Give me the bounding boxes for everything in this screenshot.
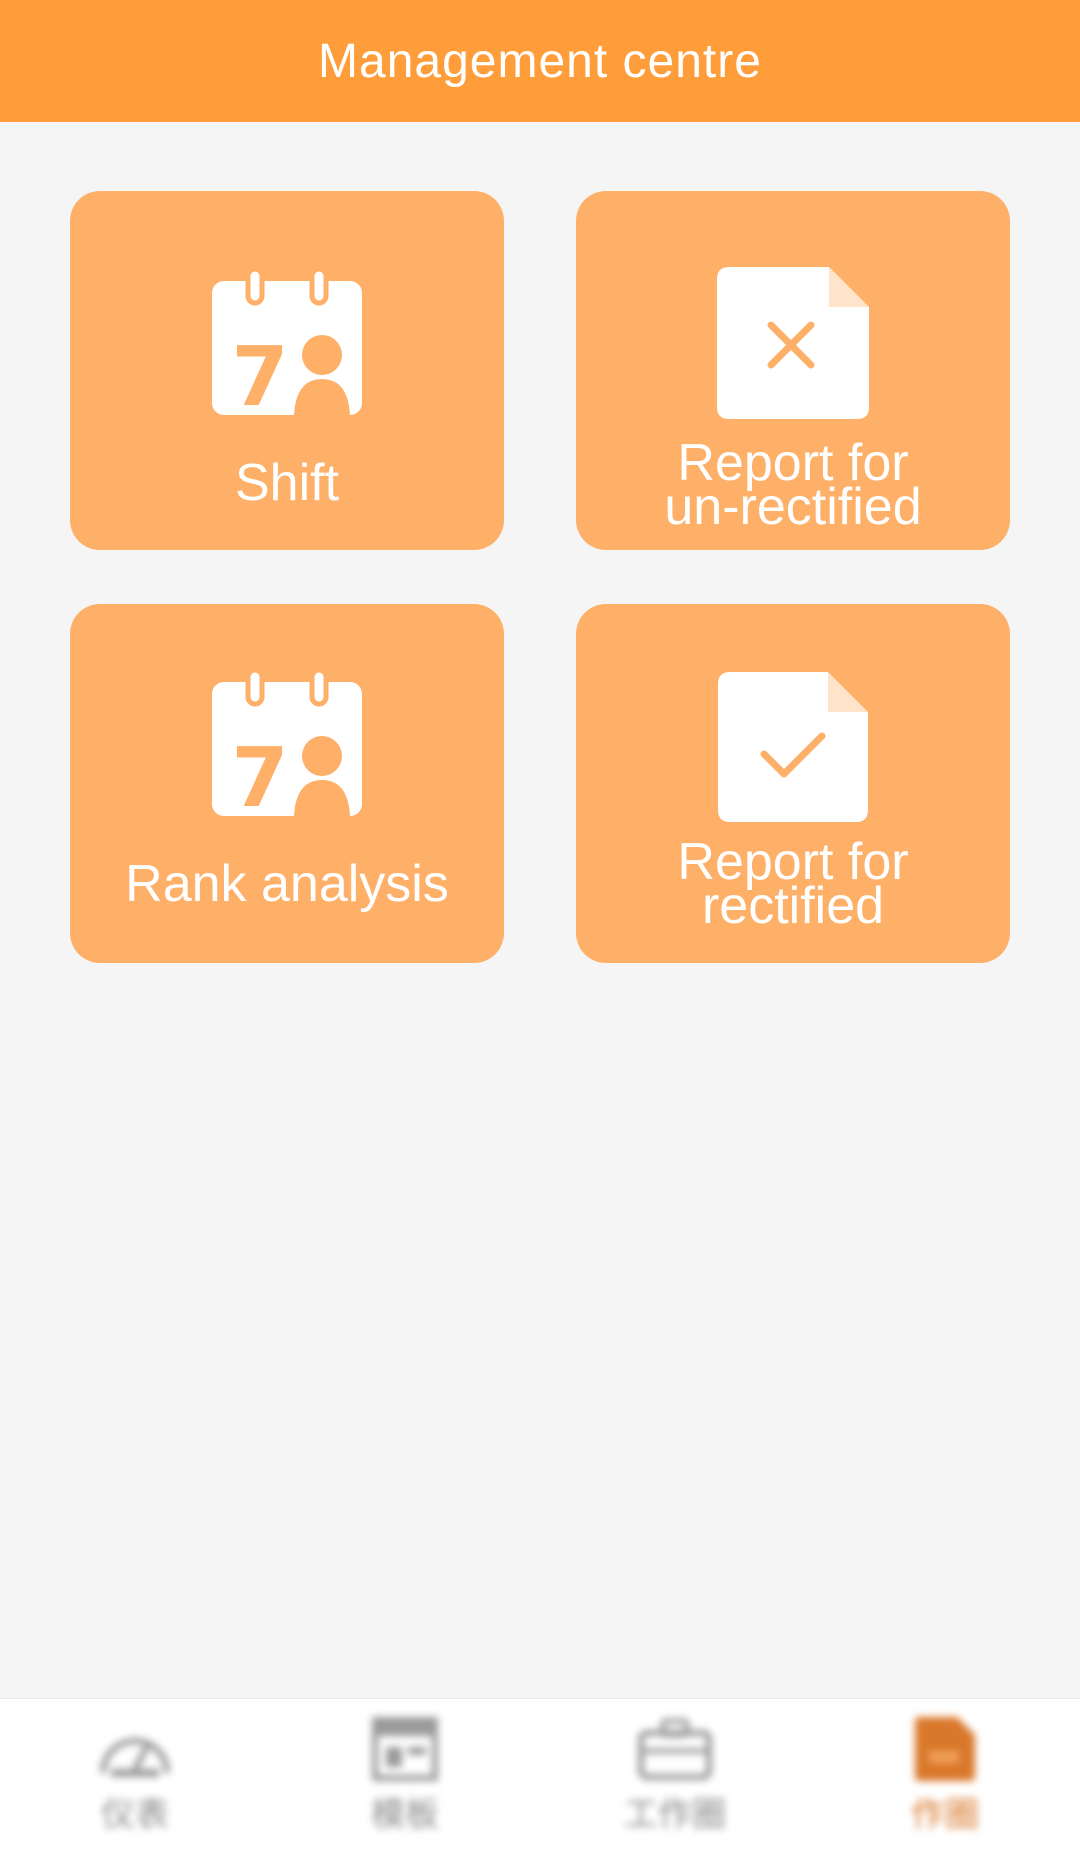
- tab-label: 模板: [371, 1795, 439, 1835]
- report-unrectified-tile[interactable]: Report for un-rectified: [576, 191, 1010, 550]
- page-title: Management centre: [318, 34, 762, 88]
- calendar-person-icon: 7: [212, 267, 362, 417]
- template-icon: [372, 1717, 438, 1781]
- calendar-person-icon: 7: [212, 668, 362, 818]
- label-line-2: un-rectified: [664, 478, 922, 536]
- rank-analysis-label: Rank analysis: [125, 855, 449, 913]
- bottom-tab-bar: 仪表 模板 工作圈 作圈: [0, 1698, 1080, 1850]
- report-unrectified-label: Report for un-rectified: [576, 437, 1010, 536]
- shift-label: Shift: [234, 454, 340, 512]
- gauge-icon: [100, 1738, 170, 1777]
- document-x-icon: [717, 267, 869, 419]
- tab-workspace[interactable]: 工作圈: [540, 1699, 810, 1850]
- rank-analysis-tile[interactable]: 7 Rank analysis: [70, 604, 504, 963]
- header-bar: Management centre: [0, 0, 1080, 122]
- svg-text:7: 7: [231, 330, 288, 417]
- tab-label: 仪表: [101, 1795, 169, 1835]
- label-line-2: rectified: [701, 877, 885, 935]
- svg-text:7: 7: [231, 731, 288, 818]
- report-rectified-label: Report for rectified: [576, 836, 1010, 935]
- shift-tile[interactable]: 7 Shift: [70, 191, 504, 550]
- report-rectified-tile[interactable]: Report for rectified: [576, 604, 1010, 963]
- document-check-icon: [718, 672, 868, 822]
- tab-dashboard[interactable]: 仪表: [0, 1699, 270, 1850]
- tab-template[interactable]: 模板: [270, 1699, 540, 1850]
- briefcase-icon: [638, 1718, 712, 1780]
- tab-label: 工作圈: [624, 1795, 726, 1835]
- document-icon: [915, 1717, 975, 1781]
- tab-label: 作圈: [911, 1795, 979, 1835]
- tab-mine[interactable]: 作圈: [810, 1699, 1080, 1850]
